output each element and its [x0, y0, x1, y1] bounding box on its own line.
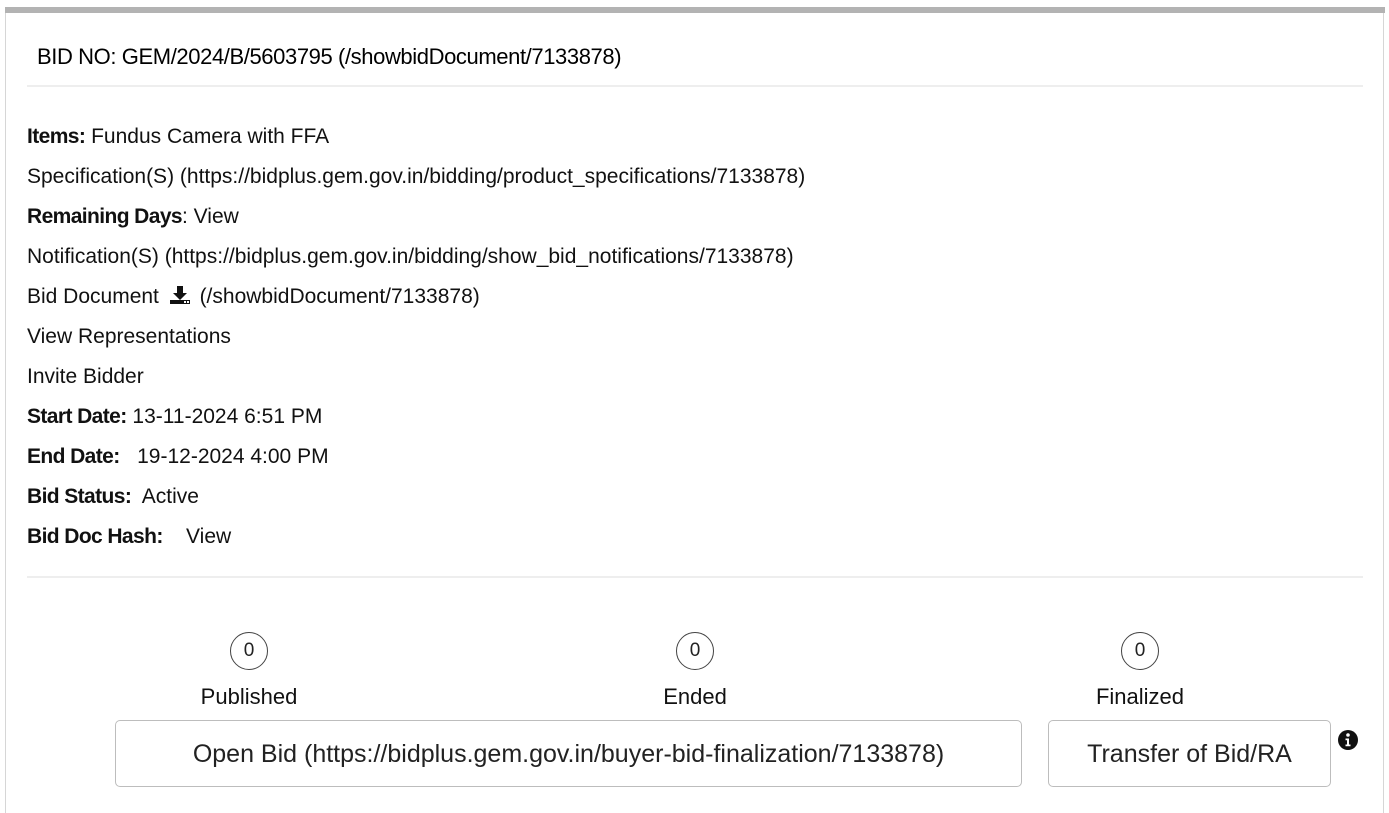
end-date-row: End Date: 19-12-2024 4:00 PM — [27, 443, 329, 471]
bid-document-row[interactable]: Bid Document (/showbidDocument/7133878) — [27, 283, 480, 313]
published-label: Published — [200, 684, 298, 709]
bid-status-label: Bid Status: — [27, 485, 132, 508]
info-icon[interactable] — [1337, 729, 1359, 756]
card-border-left — [5, 13, 6, 813]
remaining-days-row: Remaining Days: View — [27, 203, 239, 231]
bid-number-link[interactable]: BID NO: GEM/2024/B/5603795 (/showbidDocu… — [37, 42, 622, 72]
invite-bidder-link[interactable]: Invite Bidder — [27, 363, 144, 391]
header-divider — [27, 85, 1363, 87]
remaining-days-label: Remaining Days — [27, 205, 183, 228]
download-icon[interactable] — [169, 285, 191, 313]
remaining-days-view-link[interactable]: : View — [182, 205, 239, 228]
end-date-value: 19-12-2024 4:00 PM — [119, 445, 329, 468]
bid-status-value: Active — [131, 485, 199, 508]
ended-count-badge: 0 — [676, 632, 714, 670]
items-label: Items: — [27, 125, 86, 148]
finalized-count-badge: 0 — [1121, 632, 1159, 670]
view-representations-link[interactable]: View Representations — [27, 323, 231, 351]
items-value: Fundus Camera with FFA — [85, 125, 330, 148]
bid-status-row: Bid Status: Active — [27, 483, 199, 511]
start-date-row: Start Date: 13-11-2024 6:51 PM — [27, 403, 322, 431]
specification-link[interactable]: Specification(S) (https://bidplus.gem.go… — [27, 163, 805, 191]
bid-doc-hash-view-link[interactable]: View — [163, 525, 231, 548]
card-border-right — [1383, 13, 1384, 813]
card-top-bar — [5, 7, 1385, 13]
finalized-stat: 0 Finalized — [1040, 632, 1240, 711]
open-bid-button[interactable]: Open Bid (https://bidplus.gem.gov.in/buy… — [115, 720, 1022, 787]
start-date-value: 13-11-2024 6:51 PM — [126, 405, 323, 428]
details-divider — [27, 576, 1363, 578]
bid-document-label: Bid Document — [27, 285, 165, 308]
notification-link[interactable]: Notification(S) (https://bidplus.gem.gov… — [27, 243, 794, 271]
items-row: Items: Fundus Camera with FFA — [27, 123, 329, 151]
published-count-badge: 0 — [230, 632, 268, 670]
start-date-label: Start Date: — [27, 405, 127, 428]
transfer-bid-button[interactable]: Transfer of Bid/RA — [1048, 720, 1331, 787]
end-date-label: End Date: — [27, 445, 120, 468]
bid-doc-hash-row: Bid Doc Hash: View — [27, 523, 231, 551]
bid-document-link[interactable]: (/showbidDocument/7133878) — [194, 285, 480, 308]
published-stat: 0 Published — [149, 632, 349, 711]
bid-doc-hash-label: Bid Doc Hash: — [27, 525, 163, 548]
ended-stat: 0 Ended — [595, 632, 795, 711]
finalized-label: Finalized — [1095, 684, 1185, 709]
ended-label: Ended — [663, 684, 727, 709]
